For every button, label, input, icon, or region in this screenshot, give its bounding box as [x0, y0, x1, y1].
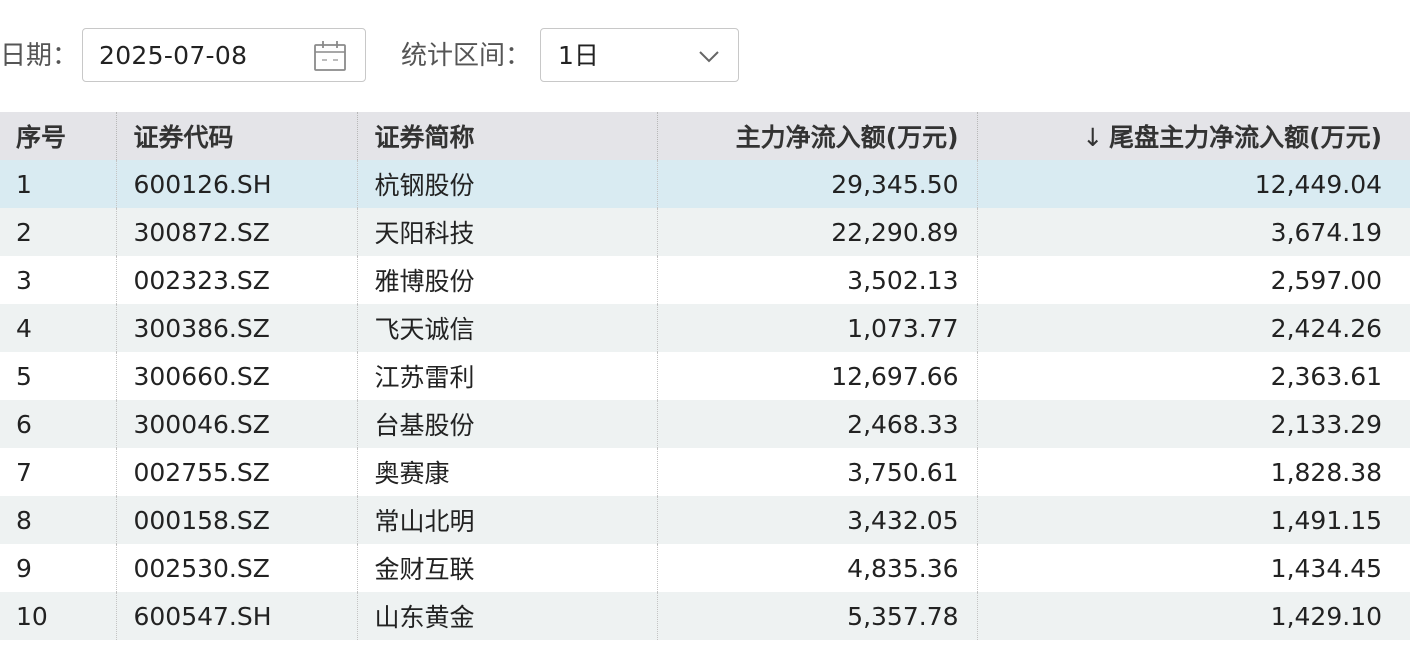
cell-code: 600126.SH — [115, 160, 357, 208]
table-row[interactable]: 5 300660.SZ 江苏雷利 12,697.66 2,363.61 — [0, 352, 1410, 400]
stat-range-value: 1日 — [558, 41, 599, 70]
cell-name: 天阳科技 — [356, 208, 657, 256]
header-name[interactable]: 证券简称 — [356, 112, 657, 160]
table-row[interactable]: 1 600126.SH 杭钢股份 29,345.50 12,449.04 — [0, 160, 1410, 208]
cell-name: 飞天诚信 — [356, 304, 657, 352]
cell-tail-flow: 1,491.15 — [976, 496, 1410, 544]
cell-index: 10 — [0, 592, 116, 640]
date-picker-input[interactable]: 2025-07-08 — [82, 28, 366, 82]
cell-name: 奥赛康 — [356, 448, 657, 496]
cell-tail-flow: 12,449.04 — [976, 160, 1410, 208]
fund-flow-table-container: 序号 证券代码 证券简称 主力净流入额(万元) ↓ 尾盘主力净流入额(万元) 16… — [0, 112, 1410, 640]
cell-name: 常山北明 — [356, 496, 657, 544]
cell-index: 1 — [0, 160, 116, 208]
calendar-icon[interactable] — [313, 40, 347, 72]
cell-tail-flow: 1,429.10 — [976, 592, 1410, 640]
cell-main-flow: 4,835.36 — [656, 544, 977, 592]
cell-code: 002755.SZ — [115, 448, 357, 496]
cell-index: 7 — [0, 448, 116, 496]
cell-tail-flow: 1,434.45 — [976, 544, 1410, 592]
cell-name: 雅博股份 — [356, 256, 657, 304]
cell-name: 金财互联 — [356, 544, 657, 592]
table-row[interactable]: 6 300046.SZ 台基股份 2,468.33 2,133.29 — [0, 400, 1410, 448]
cell-main-flow: 29,345.50 — [656, 160, 977, 208]
cell-index: 6 — [0, 400, 116, 448]
sort-desc-icon: ↓ — [1082, 123, 1104, 152]
table-row[interactable]: 10 600547.SH 山东黄金 5,357.78 1,429.10 — [0, 592, 1410, 640]
header-main-flow[interactable]: 主力净流入额(万元) — [656, 112, 977, 160]
table-row[interactable]: 2 300872.SZ 天阳科技 22,290.89 3,674.19 — [0, 208, 1410, 256]
cell-code: 300660.SZ — [115, 352, 357, 400]
cell-main-flow: 3,750.61 — [656, 448, 977, 496]
cell-code: 002530.SZ — [115, 544, 357, 592]
cell-tail-flow: 2,424.26 — [976, 304, 1410, 352]
cell-index: 4 — [0, 304, 116, 352]
cell-main-flow: 12,697.66 — [656, 352, 977, 400]
cell-tail-flow: 2,133.29 — [976, 400, 1410, 448]
cell-code: 002323.SZ — [115, 256, 357, 304]
header-tail-flow-label: 尾盘主力净流入额(万元) — [1109, 123, 1382, 152]
table-row[interactable]: 8 000158.SZ 常山北明 3,432.05 1,491.15 — [0, 496, 1410, 544]
cell-code: 300046.SZ — [115, 400, 357, 448]
cell-name: 山东黄金 — [356, 592, 657, 640]
cell-code: 300872.SZ — [115, 208, 357, 256]
cell-tail-flow: 2,597.00 — [976, 256, 1410, 304]
cell-index: 9 — [0, 544, 116, 592]
chevron-down-icon — [699, 51, 719, 63]
cell-index: 5 — [0, 352, 116, 400]
cell-tail-flow: 2,363.61 — [976, 352, 1410, 400]
cell-main-flow: 2,468.33 — [656, 400, 977, 448]
cell-main-flow: 22,290.89 — [656, 208, 977, 256]
cell-main-flow: 3,502.13 — [656, 256, 977, 304]
cell-tail-flow: 1,828.38 — [976, 448, 1410, 496]
stat-range-select[interactable]: 1日 — [540, 28, 739, 82]
cell-code: 600547.SH — [115, 592, 357, 640]
date-label: 日期： — [0, 41, 79, 71]
cell-main-flow: 5,357.78 — [656, 592, 977, 640]
cell-code: 300386.SZ — [115, 304, 357, 352]
cell-name: 台基股份 — [356, 400, 657, 448]
stat-range-label: 统计区间： — [401, 41, 532, 71]
header-tail-flow[interactable]: ↓ 尾盘主力净流入额(万元) — [976, 112, 1410, 160]
filter-bar: 日期： 2025-07-08 统计区间： 1日 — [0, 0, 1410, 112]
table-row[interactable]: 7 002755.SZ 奥赛康 3,750.61 1,828.38 — [0, 448, 1410, 496]
table-row[interactable]: 3 002323.SZ 雅博股份 3,502.13 2,597.00 — [0, 256, 1410, 304]
cell-name: 杭钢股份 — [356, 160, 657, 208]
cell-name: 江苏雷利 — [356, 352, 657, 400]
cell-main-flow: 1,073.77 — [656, 304, 977, 352]
table-row[interactable]: 4 300386.SZ 飞天诚信 1,073.77 2,424.26 — [0, 304, 1410, 352]
cell-index: 3 — [0, 256, 116, 304]
cell-index: 8 — [0, 496, 116, 544]
header-code[interactable]: 证券代码 — [115, 112, 357, 160]
cell-code: 000158.SZ — [115, 496, 357, 544]
cell-main-flow: 3,432.05 — [656, 496, 977, 544]
date-value: 2025-07-08 — [99, 41, 248, 70]
cell-index: 2 — [0, 208, 116, 256]
cell-tail-flow: 3,674.19 — [976, 208, 1410, 256]
table-row[interactable]: 9 002530.SZ 金财互联 4,835.36 1,434.45 — [0, 544, 1410, 592]
header-index[interactable]: 序号 — [0, 112, 116, 160]
fund-flow-table: 序号 证券代码 证券简称 主力净流入额(万元) ↓ 尾盘主力净流入额(万元) 16… — [0, 112, 1410, 640]
table-header-row: 序号 证券代码 证券简称 主力净流入额(万元) ↓ 尾盘主力净流入额(万元) — [0, 112, 1410, 160]
